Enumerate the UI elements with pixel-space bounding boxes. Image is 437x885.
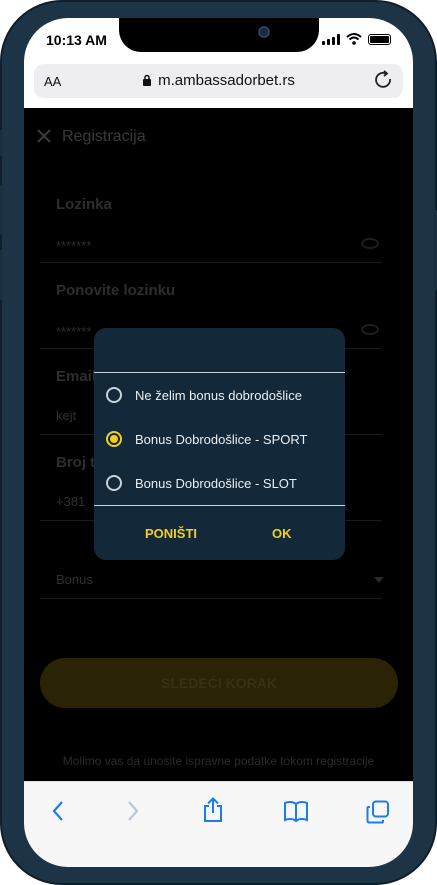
eye-icon[interactable] bbox=[361, 238, 379, 249]
battery-icon bbox=[368, 33, 391, 45]
url-display[interactable]: m.ambassadorbet.rs bbox=[34, 72, 403, 89]
ok-button[interactable]: OK bbox=[272, 526, 292, 541]
bonus-dialog: Ne želim bonus dobrodošlice Bonus Dobrod… bbox=[94, 328, 345, 560]
camera-icon bbox=[258, 26, 270, 38]
divider bbox=[40, 262, 382, 263]
side-button bbox=[0, 250, 3, 300]
option-label: Bonus Dobrodošlice - SPORT bbox=[135, 431, 308, 447]
url-text: m.ambassadorbet.rs bbox=[158, 72, 295, 89]
repeat-password-input[interactable]: ******* bbox=[56, 324, 91, 339]
phone-input[interactable]: +381 bbox=[56, 494, 85, 509]
next-step-button[interactable]: SLEDEĆI KORAK bbox=[40, 658, 398, 708]
wifi-icon bbox=[346, 33, 362, 45]
side-button bbox=[0, 185, 3, 235]
forward-icon[interactable] bbox=[126, 800, 140, 822]
share-icon[interactable] bbox=[202, 797, 224, 823]
option-label: Bonus Dobrodošlice - SLOT bbox=[135, 475, 297, 491]
radio-icon[interactable] bbox=[106, 475, 122, 491]
status-time: 10:13 AM bbox=[46, 32, 107, 48]
option-bonus-slot[interactable]: Bonus Dobrodošlice - SLOT bbox=[106, 468, 336, 498]
password-label: Lozinka bbox=[56, 196, 112, 213]
radio-icon[interactable] bbox=[106, 387, 122, 403]
email-label: Email bbox=[56, 368, 97, 385]
footnote: Molimo vas da unosite ispravne podatke t… bbox=[62, 754, 375, 768]
signal-icon bbox=[322, 33, 340, 45]
dialog-divider bbox=[94, 505, 345, 506]
reload-icon[interactable] bbox=[373, 69, 395, 91]
next-step-label: SLEDEĆI KORAK bbox=[161, 675, 277, 691]
status-icons bbox=[322, 33, 391, 45]
screen: 10:13 AM AA m.ambassadorbet.rs Registrac… bbox=[24, 18, 413, 867]
password-input[interactable]: ******* bbox=[56, 238, 91, 253]
eye-icon[interactable] bbox=[361, 324, 379, 335]
option-bonus-sport[interactable]: Bonus Dobrodošlice - SPORT bbox=[106, 424, 336, 454]
lock-icon bbox=[143, 74, 152, 86]
radio-selected-icon[interactable] bbox=[106, 431, 122, 447]
side-button bbox=[0, 130, 3, 156]
phone-label: Broj t bbox=[56, 454, 96, 471]
address-bar[interactable]: AA m.ambassadorbet.rs bbox=[34, 64, 403, 98]
registration-page: Registracija Lozinka ******* Ponovite lo… bbox=[24, 108, 413, 781]
repeat-password-label: Ponovite lozinku bbox=[56, 282, 176, 299]
divider bbox=[40, 598, 382, 599]
option-label: Ne želim bonus dobrodošlice bbox=[135, 387, 302, 403]
page-title: Registracija bbox=[62, 128, 146, 145]
browser-toolbar bbox=[24, 781, 413, 867]
browser-address-area: AA m.ambassadorbet.rs bbox=[24, 62, 413, 108]
chevron-down-icon bbox=[374, 577, 384, 583]
bookmarks-icon[interactable] bbox=[283, 800, 309, 822]
back-icon[interactable] bbox=[51, 800, 65, 822]
notch bbox=[119, 18, 319, 52]
dialog-divider bbox=[94, 372, 345, 373]
email-input[interactable]: kejt bbox=[56, 408, 76, 423]
close-icon[interactable] bbox=[36, 128, 52, 144]
tabs-icon[interactable] bbox=[366, 800, 390, 824]
bonus-select[interactable]: Bonus bbox=[56, 572, 93, 587]
option-no-bonus[interactable]: Ne želim bonus dobrodošlice bbox=[106, 380, 336, 410]
status-bar: 10:13 AM bbox=[24, 18, 413, 62]
cancel-button[interactable]: PONIŠTI bbox=[145, 526, 197, 541]
